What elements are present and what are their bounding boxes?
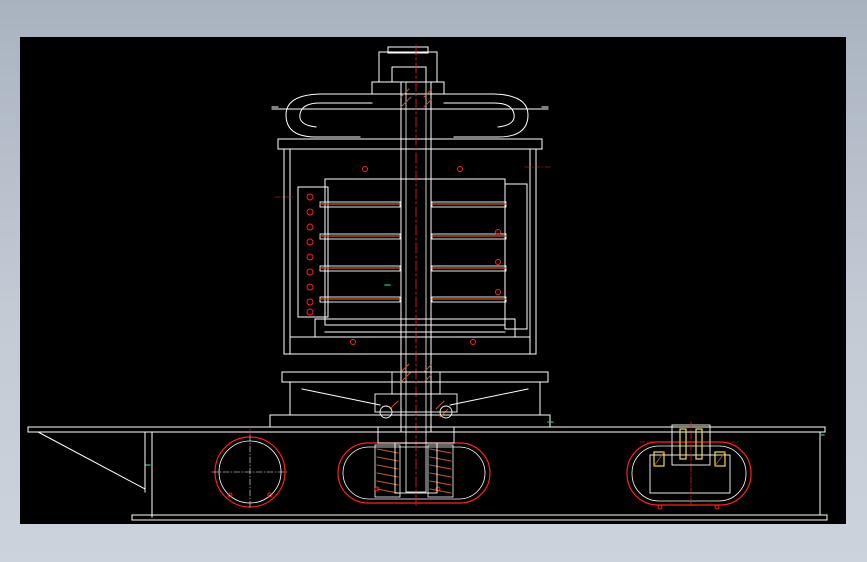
base-opening-right (626, 421, 752, 508)
base-frame (27, 426, 828, 521)
base-opening-center (337, 442, 491, 504)
rotor-blades (319, 201, 507, 303)
center-lines (249, 166, 741, 443)
main-housing (269, 148, 551, 428)
main-shaft (374, 44, 458, 508)
cad-viewport[interactable] (20, 37, 846, 524)
accent-marks (145, 284, 825, 466)
top-cover (271, 46, 549, 156)
bolt-column (227, 166, 720, 510)
machine-drawing (27, 44, 828, 521)
base-opening-left (211, 434, 289, 510)
